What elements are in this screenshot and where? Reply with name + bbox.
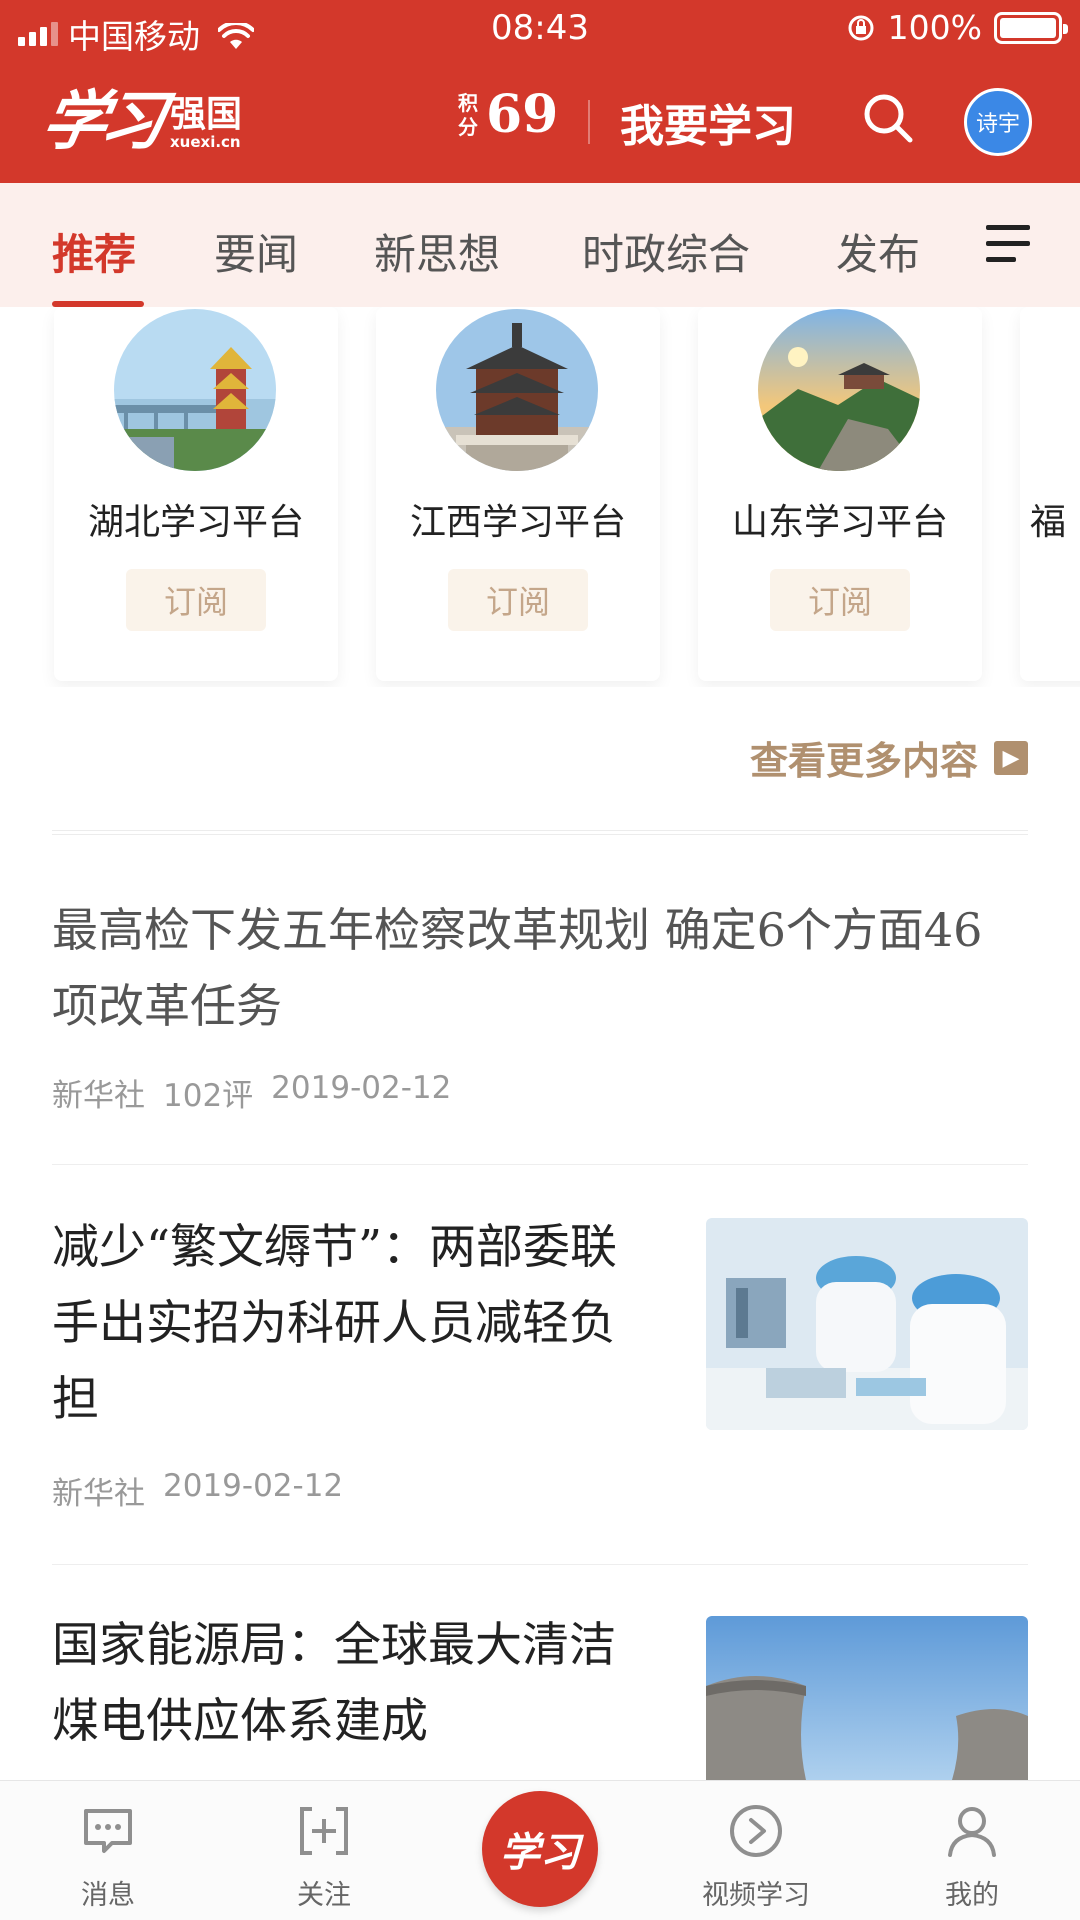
view-more-label: 查看更多内容: [749, 738, 978, 783]
play-circle-icon: [730, 1805, 782, 1857]
nav-messages[interactable]: 消息: [38, 1801, 178, 1912]
news-title: 国家能源局：全球最大清洁煤电供应体系建成: [52, 1618, 616, 1749]
news-divider: [52, 1164, 1028, 1165]
nav-label: 消息: [81, 1880, 135, 1911]
search-icon[interactable]: [858, 88, 918, 148]
status-bar: 中国移动 08:43 100%: [0, 0, 1080, 60]
subscribe-button[interactable]: 订阅: [770, 569, 910, 631]
channel-tabs: 推荐 要闻 新思想 时政综合 发布: [0, 183, 1080, 307]
user-icon: [948, 1807, 996, 1857]
platform-name: 湖北学习平台: [87, 502, 304, 543]
points-value: 69: [486, 84, 559, 145]
nav-label: 视频学习: [702, 1880, 810, 1911]
hubei-platform-image: [114, 309, 276, 471]
app-header: 学习 强国 xuexi.cn 积分 69 我要学习 诗宇: [0, 60, 1080, 183]
news-thumbnail: [706, 1616, 1028, 1780]
news-date: 2019-02-12: [271, 1070, 452, 1106]
news-divider: [52, 1564, 1028, 1565]
subscribe-button[interactable]: 订阅: [126, 569, 266, 631]
platform-card[interactable]: 江西学习平台 订阅: [376, 307, 660, 681]
logo-name: 强国: [170, 94, 243, 135]
jiangxi-platform-image: [436, 309, 598, 471]
nav-follow[interactable]: 关注: [254, 1801, 394, 1912]
bottom-nav: 消息 关注 学习 视频学习 我的: [0, 1780, 1080, 1920]
news-comments: 102评: [163, 1078, 254, 1114]
header-divider: [588, 100, 590, 144]
nav-label: 关注: [297, 1880, 351, 1911]
view-more-link[interactable]: 查看更多内容 ▶: [750, 730, 1028, 785]
platform-card[interactable]: 福: [1020, 307, 1080, 681]
platform-card[interactable]: 山东学习平台 订阅: [698, 307, 982, 681]
rotation-lock-icon: [848, 15, 874, 40]
tab-recommend[interactable]: 推荐: [52, 221, 136, 282]
avatar[interactable]: 诗宇: [964, 88, 1032, 156]
tab-publish[interactable]: 发布: [836, 221, 920, 282]
study-center-button[interactable]: 学习: [482, 1791, 598, 1907]
chevron-right-icon: ▶: [994, 740, 1028, 775]
platform-name: 山东学习平台: [731, 502, 948, 543]
tab-new-thought[interactable]: 新思想: [374, 221, 500, 282]
menu-icon[interactable]: [986, 225, 1034, 265]
news-source: 新华社: [52, 1078, 145, 1114]
news-source: 新华社: [52, 1476, 145, 1512]
tab-politics[interactable]: 时政综合: [582, 221, 750, 282]
points-display[interactable]: 积分 69: [456, 84, 558, 145]
platform-carousel[interactable]: 湖北学习平台 订阅 江西学习平台 订阅 山东学习平台 订阅 福: [0, 307, 1080, 687]
points-label: 积分: [458, 90, 478, 139]
tab-news[interactable]: 要闻: [214, 221, 298, 282]
app-logo[interactable]: 学习 强国 xuexi.cn: [36, 70, 243, 162]
news-title: 最高检下发五年检察改革规划 确定6个方面46项改革任务: [52, 903, 983, 1033]
news-title: 减少“繁文缛节”：两部委联手出实招为科研人员减轻负担: [52, 1220, 618, 1427]
logo-script: 学习: [36, 84, 166, 159]
news-thumbnail: [706, 1218, 1028, 1430]
follow-icon: [300, 1807, 348, 1855]
battery-icon: [994, 11, 1068, 44]
subscribe-button[interactable]: 订阅: [448, 569, 588, 631]
logo-url: xuexi.cn: [170, 133, 241, 151]
message-icon: [84, 1809, 132, 1853]
study-button[interactable]: 我要学习: [620, 90, 796, 154]
nav-video[interactable]: 视频学习: [686, 1801, 826, 1912]
nav-mine[interactable]: 我的: [902, 1801, 1042, 1912]
platform-name: 福: [1030, 502, 1067, 543]
platform-card[interactable]: 湖北学习平台 订阅: [54, 307, 338, 681]
shandong-platform-image: [758, 309, 920, 471]
platform-name: 江西学习平台: [409, 502, 626, 543]
news-date: 2019-02-12: [163, 1468, 344, 1504]
battery-percent: 100%: [887, 8, 982, 47]
top-bar: 中国移动 08:43 100% 学习 强国 xuexi.cn 积分 69 我要学…: [0, 0, 1080, 183]
nav-label: 我的: [945, 1880, 999, 1911]
section-divider: [52, 830, 1028, 835]
